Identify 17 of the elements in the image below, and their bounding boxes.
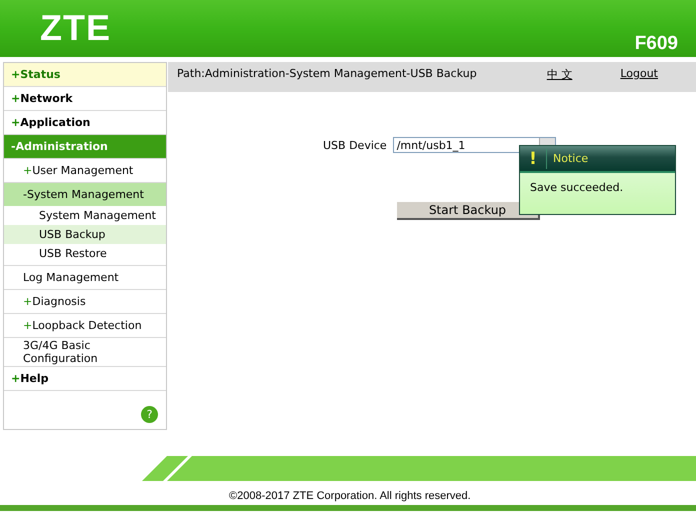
menu-item[interactable]: +Status	[4, 63, 166, 87]
breadcrumb-path: Path:Administration-System Management-USB Backup	[177, 67, 478, 80]
menu-item[interactable]: USB Backup	[4, 225, 166, 244]
logout-link[interactable]: Logout	[620, 67, 658, 80]
menu-item[interactable]: +Diagnosis	[4, 290, 166, 314]
language-link[interactable]: 中 文	[546, 67, 572, 82]
field-label: USB Device	[323, 138, 387, 152]
menu-item[interactable]: -System Management	[4, 183, 166, 206]
notice-message: Save succeeded.	[529, 180, 624, 194]
menu-item[interactable]: Log Management	[4, 266, 166, 290]
menu-item[interactable]: +Loopback Detection	[4, 314, 166, 338]
logo: ZTE	[40, 6, 111, 48]
menu-item[interactable]: System Management	[4, 206, 166, 225]
menu-item[interactable]: USB Restore	[4, 244, 166, 263]
copyright-text: ©2008-2017 ZTE Corporation. All rights reserved.	[229, 490, 471, 502]
model-name: F609	[634, 33, 678, 55]
notice-title: Notice	[553, 152, 588, 165]
